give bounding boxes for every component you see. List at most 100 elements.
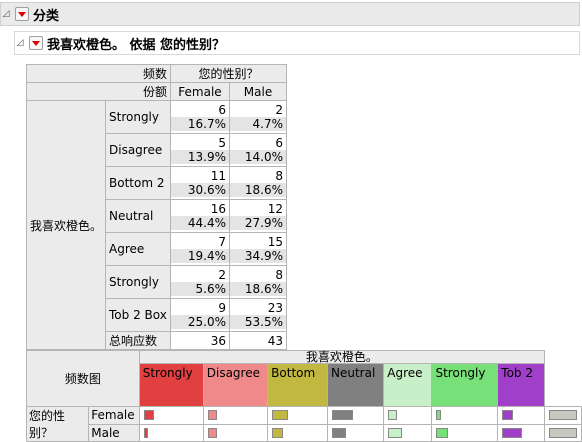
plot-cell: [267, 406, 328, 425]
cell-count: 8: [275, 268, 283, 282]
cell-percent: 30.6%: [171, 183, 229, 197]
cell-count: 15: [267, 235, 283, 249]
cell-percent: 13.9%: [171, 150, 229, 164]
table-cell-female: 11 30.6%: [170, 166, 230, 200]
cell-percent: 34.9%: [230, 249, 286, 263]
cell-count: 9: [218, 301, 226, 315]
plot-cell: [267, 423, 328, 442]
plot-row-label: Female: [88, 406, 140, 425]
frequency-bar: [272, 410, 289, 421]
level-header: Tob 2: [497, 363, 545, 407]
row-label: Tob 2 Box: [105, 298, 171, 332]
cell-percent: 25.0%: [171, 315, 229, 329]
cell-count: 11: [210, 169, 226, 183]
frequency-bar: [436, 410, 442, 421]
cell-count: 8: [275, 169, 283, 183]
cell-percent: 53.5%: [230, 315, 286, 329]
table-cell-male: 12 27.9%: [229, 199, 287, 233]
frequency-bar: [207, 410, 217, 421]
red-triangle-menu-icon[interactable]: [29, 36, 43, 50]
plot-cell: [202, 406, 269, 425]
table-cell-male: 23 53.5%: [229, 298, 287, 332]
table-cell-female: 7 19.4%: [170, 232, 230, 266]
cell-percent: 16.7%: [171, 117, 229, 131]
frequency-bar: [436, 427, 449, 438]
cell-count: 2: [218, 268, 226, 282]
plot-cell: [497, 423, 545, 442]
frequency-plot-table: 频数图 我喜欢橙色。 Strongly Disagree Bottom Neutral…: [25, 350, 582, 442]
frequency-bar: [272, 427, 284, 438]
column-label-female: Female: [170, 82, 230, 101]
level-header: Strongly: [138, 363, 204, 407]
cell-percent: 44.4%: [171, 216, 229, 230]
outline-subtitle: 我喜欢橙色。 依据 您的性别？: [47, 37, 226, 53]
corner-label-count: 频数: [26, 64, 171, 83]
cell-count: 6: [275, 136, 283, 150]
row-label: Strongly: [105, 265, 171, 299]
cell-percent: 18.6%: [230, 183, 286, 197]
table-cell-male: 6 14.0%: [229, 133, 287, 167]
table-cell-male: 2 4.7%: [229, 100, 287, 134]
frequency-bar: [502, 410, 514, 421]
row-label: Neutral: [105, 199, 171, 233]
frequency-plot-column-header: 我喜欢橙色。: [138, 350, 546, 364]
plot-cell: [138, 423, 204, 442]
contingency-table: 频数 您的性别？ 份额 Female Male 我喜欢橙色。 Strongly 6 1…: [26, 64, 287, 350]
plot-row-label: Male: [88, 423, 140, 442]
cell-count: 6: [218, 103, 226, 117]
cell-count: 2: [275, 103, 283, 117]
cell-percent: 14.0%: [230, 150, 286, 164]
table-cell-male: 8 18.6%: [229, 265, 287, 299]
table-row: 我喜欢橙色。 Strongly 6 16.7% 2 4.7%: [26, 100, 287, 350]
plot-cell: [431, 406, 499, 425]
plot-cell: [544, 423, 582, 442]
cell-percent: 18.6%: [230, 282, 286, 296]
level-header: Strongly: [431, 363, 499, 407]
plot-cell: [326, 423, 385, 442]
frequency-bar: [207, 427, 217, 438]
red-triangle-menu-icon[interactable]: [15, 7, 29, 21]
total-male: 43: [229, 331, 287, 350]
plot-cell: [383, 406, 433, 425]
table-cell-male: 15 34.9%: [229, 232, 287, 266]
plot-cell: [326, 406, 385, 425]
plot-cell: [383, 423, 433, 442]
plot-row: 您的性别？ Female: [25, 406, 582, 442]
frequency-bar: [331, 427, 346, 438]
frequency-bar: [549, 427, 577, 438]
level-header: Agree: [383, 363, 433, 407]
plot-cell: [497, 406, 545, 425]
plot-cell: [431, 423, 499, 442]
frequency-bar: [388, 427, 403, 438]
table-cell-male: 8 18.6%: [229, 166, 287, 200]
level-header: Disagree: [202, 363, 269, 407]
outline-header-level1: ◿ 分类: [0, 2, 580, 26]
total-female: 36: [170, 331, 230, 350]
plot-cell: [544, 406, 582, 425]
row-label: Bottom 2: [105, 166, 171, 200]
column-header: 您的性别？: [170, 64, 287, 83]
cell-percent: 19.4%: [171, 249, 229, 263]
disclosure-icon[interactable]: ◿: [15, 38, 25, 48]
frequency-plot-label: 频数图: [26, 350, 140, 407]
table-cell-female: 5 13.9%: [170, 133, 230, 167]
cell-count: 16: [210, 202, 226, 216]
cell-count: 5: [218, 136, 226, 150]
total-label: 总响应数: [105, 331, 171, 350]
cell-count: 23: [267, 301, 283, 315]
corner-label-share: 份额: [26, 82, 171, 101]
disclosure-icon[interactable]: ◿: [1, 9, 11, 19]
outline-title: 分类: [33, 8, 60, 24]
plot-cell: [202, 423, 269, 442]
table-cell-female: 16 44.4%: [170, 199, 230, 233]
cell-percent: 27.9%: [230, 216, 286, 230]
frequency-bar: [143, 410, 154, 421]
level-header: Neutral: [326, 363, 385, 407]
frequency-bar: [143, 427, 148, 438]
row-group-label: 我喜欢橙色。: [26, 100, 106, 350]
plot-cell: [138, 406, 204, 425]
outline-header-level2: ◿ 我喜欢橙色。 依据 您的性别？: [14, 31, 580, 55]
column-label-male: Male: [229, 82, 287, 101]
row-label: Strongly: [105, 100, 171, 134]
cell-count: 7: [218, 235, 226, 249]
